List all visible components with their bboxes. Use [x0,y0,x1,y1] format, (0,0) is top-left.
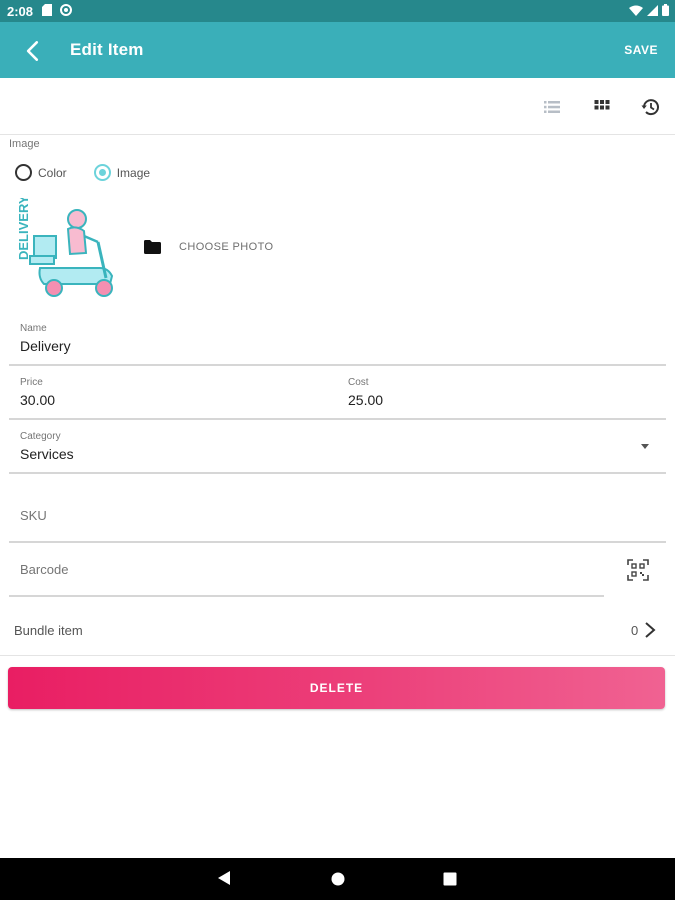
price-label: Price [20,377,43,388]
bundle-item-row[interactable]: Bundle item 0 [0,605,675,656]
category-underline [9,472,666,474]
delivery-scooter-image: DELIVERY [16,195,114,297]
home-nav-icon[interactable] [331,872,345,886]
app-bar: Edit Item SAVE [0,22,675,78]
category-dropdown[interactable]: Category Services [20,431,74,462]
barcode-underline [9,595,604,597]
sku-field[interactable]: SKU [20,508,47,523]
image-radio-label[interactable]: Image [117,166,150,180]
back-arrow-icon[interactable] [20,38,46,64]
appearance-radio-group: Color Image [15,164,150,181]
delivery-image-text: DELIVERY [16,198,31,260]
back-nav-icon[interactable] [217,870,231,886]
grid-view-icon[interactable] [591,96,613,118]
delete-button[interactable]: DELETE [8,667,665,709]
list-view-icon[interactable] [541,96,563,118]
chevron-right-icon [645,622,656,638]
status-notifications [42,4,72,16]
price-cost-underline [9,418,666,420]
name-label: Name [20,323,47,334]
system-nav-bar [0,858,675,900]
battery-icon [662,4,669,16]
bundle-item-label: Bundle item [14,623,83,638]
status-time: 2:08 [7,4,34,19]
choose-photo-label: CHOOSE PHOTO [179,241,274,253]
recents-nav-icon[interactable] [443,872,457,886]
image-section-label: Image [9,138,40,150]
image-radio[interactable] [93,164,111,181]
status-system-icons [629,4,669,16]
status-bar: 2:08 [0,0,675,22]
save-button[interactable]: SAVE [624,43,658,57]
barcode-field[interactable]: Barcode [20,562,68,577]
item-image: DELIVERY [14,195,122,302]
barcode-scan-icon[interactable] [627,559,649,581]
sku-underline [9,541,666,543]
price-field[interactable]: Price 30.00 [20,377,55,408]
barcode-placeholder[interactable]: Barcode [20,562,68,577]
category-label: Category [20,431,61,442]
folder-icon [144,240,161,254]
name-field[interactable]: Name Delivery [20,323,71,354]
sync-icon [60,4,72,16]
page-title: Edit Item [70,40,144,59]
color-radio-label[interactable]: Color [38,166,67,180]
cost-field[interactable]: Cost 25.00 [348,377,383,408]
bundle-item-count: 0 [631,623,639,638]
sku-placeholder[interactable]: SKU [20,508,47,523]
price-value[interactable]: 30.00 [20,392,55,408]
cost-value[interactable]: 25.00 [348,392,383,408]
cost-label: Cost [348,377,369,388]
name-underline [9,364,666,366]
color-radio[interactable] [15,164,32,181]
wifi-icon [629,5,643,16]
dropdown-arrow-icon[interactable] [641,444,649,449]
name-value[interactable]: Delivery [20,338,71,354]
history-icon[interactable] [640,96,662,118]
sd-card-icon [42,4,52,16]
choose-photo-button[interactable]: CHOOSE PHOTO [144,240,273,254]
view-toolbar [0,78,675,135]
signal-icon [647,4,658,16]
category-value[interactable]: Services [20,446,74,462]
